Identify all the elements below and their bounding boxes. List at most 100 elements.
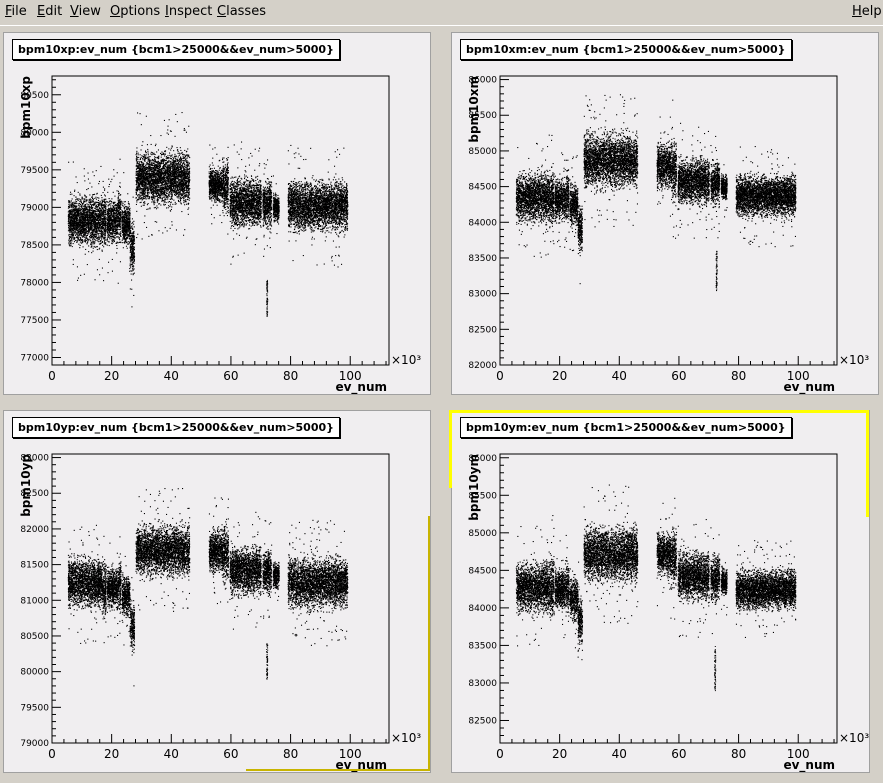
data-point [176, 196, 178, 198]
data-point [101, 229, 103, 231]
data-point [136, 172, 138, 174]
data-point [131, 261, 133, 263]
data-point [90, 216, 92, 218]
data-point [70, 210, 72, 212]
data-point [70, 216, 72, 218]
data-point [76, 182, 78, 184]
data-point [99, 274, 101, 276]
data-point [85, 222, 87, 224]
data-point [92, 203, 94, 205]
menu-edit-rest: dit [45, 4, 62, 19]
data-point [91, 186, 93, 188]
data-point [76, 208, 78, 210]
data-point [105, 243, 107, 245]
data-point [94, 215, 96, 217]
data-point [110, 224, 112, 226]
data-point [101, 231, 103, 233]
data-point [88, 200, 90, 202]
menu-classes[interactable]: Classes [217, 4, 266, 19]
data-point [108, 261, 110, 263]
data-point [81, 196, 83, 198]
data-point [105, 210, 107, 212]
data-point [104, 198, 106, 200]
data-point [101, 197, 103, 199]
data-point [69, 205, 71, 207]
data-point [71, 217, 73, 219]
y-tick-label: 77500 [20, 316, 49, 326]
data-point [103, 210, 105, 212]
y-axis-title: bpm10xp [19, 76, 33, 139]
data-point [88, 217, 90, 219]
data-point [99, 237, 101, 239]
data-point [104, 207, 106, 209]
data-point [133, 242, 135, 244]
data-point [94, 204, 96, 206]
menu-help-rest: elp [862, 4, 882, 19]
data-point [124, 237, 126, 239]
root-canvas[interactable]: 0 20 40 60 80 100 77000 77500 78000 78500 79000 795… [0, 26, 883, 783]
data-point [70, 225, 72, 227]
data-point [120, 218, 122, 220]
data-point [86, 213, 88, 215]
data-point [104, 235, 106, 237]
data-point [123, 216, 125, 218]
data-point [140, 201, 142, 203]
data-point [108, 228, 110, 230]
data-point [103, 204, 105, 206]
data-point [125, 230, 127, 232]
data-point [106, 244, 108, 246]
data-point [87, 223, 89, 225]
data-point [109, 229, 111, 231]
data-point [111, 209, 113, 211]
data-point [122, 233, 124, 235]
data-point [77, 230, 79, 232]
menu-file[interactable]: File [5, 4, 27, 19]
point-cluster [121, 172, 131, 272]
menu-file-rest: ile [12, 4, 27, 19]
data-point [114, 228, 116, 230]
menu-inspect[interactable]: Inspect [165, 4, 212, 19]
data-point [119, 225, 121, 227]
menu-options[interactable]: Options [110, 4, 160, 19]
data-point [79, 199, 81, 201]
data-point [76, 220, 78, 222]
data-point [94, 234, 96, 236]
data-point [133, 240, 135, 242]
data-point [103, 206, 105, 208]
data-point [131, 279, 133, 281]
pad-bpm10xp[interactable]: 0 20 40 60 80 100 77000 77500 78000 78500 79000 795… [3, 32, 431, 395]
data-point [164, 204, 166, 206]
menu-view[interactable]: View [70, 4, 101, 19]
data-point [133, 261, 135, 263]
data-point [177, 171, 179, 173]
data-point [104, 239, 106, 241]
data-point [88, 222, 90, 224]
data-point [171, 221, 173, 223]
data-point [129, 210, 131, 212]
data-point [120, 214, 122, 216]
data-point [91, 235, 93, 237]
data-point [120, 235, 122, 237]
data-point [111, 239, 113, 241]
data-point [157, 207, 159, 209]
data-point [70, 234, 72, 236]
data-point [90, 242, 92, 244]
data-point [108, 219, 110, 221]
data-point [170, 149, 172, 151]
data-point [77, 210, 79, 212]
data-point [144, 215, 146, 217]
data-point [108, 198, 110, 200]
data-point [104, 231, 106, 233]
data-point [101, 199, 103, 201]
menu-help[interactable]: Help [852, 4, 882, 19]
data-point [107, 191, 109, 193]
data-point [105, 226, 107, 228]
data-point [110, 200, 112, 202]
menu-edit[interactable]: Edit [37, 4, 62, 19]
data-point [114, 234, 116, 236]
data-point [77, 279, 79, 281]
data-point [72, 226, 74, 228]
data-point [133, 239, 135, 241]
data-point [71, 211, 73, 213]
data-point [68, 211, 70, 213]
